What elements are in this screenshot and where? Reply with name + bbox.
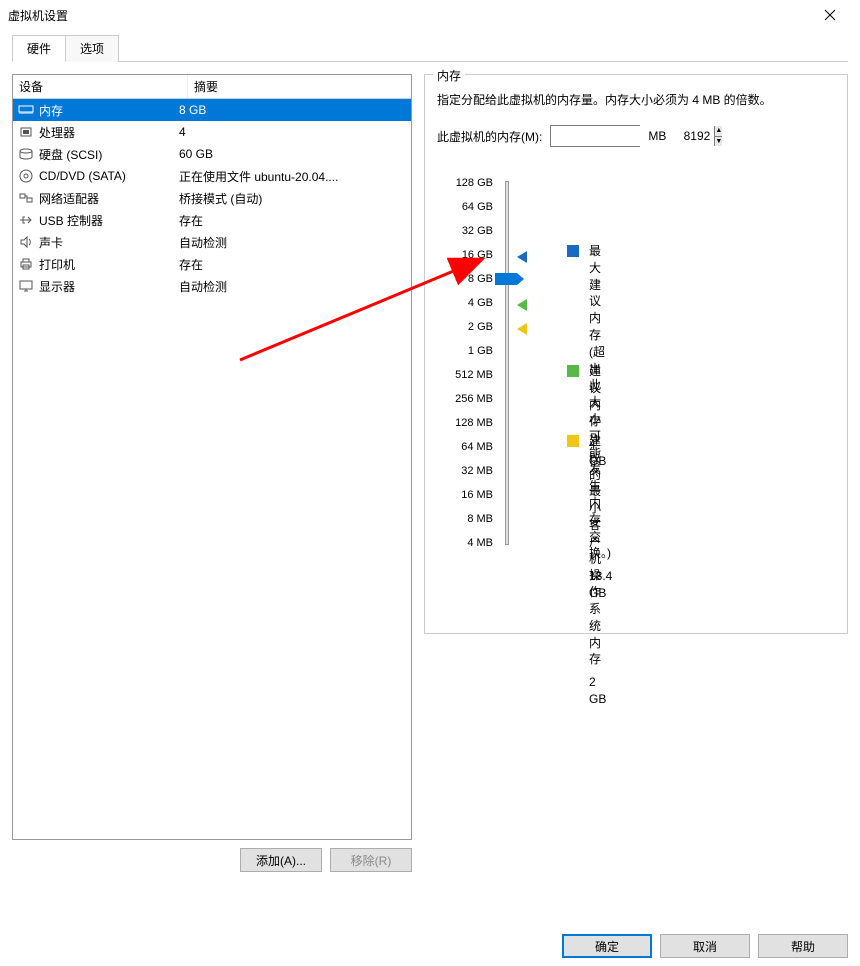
audio-icon — [17, 234, 35, 250]
device-summary: 存在 — [177, 256, 407, 273]
legend-min-swatch — [567, 435, 579, 447]
legend-min-value: 2 GB — [589, 674, 606, 708]
ok-button[interactable]: 确定 — [562, 934, 652, 958]
memory-spinner[interactable]: ▲ ▼ — [550, 125, 640, 147]
cancel-button[interactable]: 取消 — [660, 934, 750, 958]
device-row-disk[interactable]: 硬盘 (SCSI) 60 GB — [13, 143, 411, 165]
tab-hardware[interactable]: 硬件 — [12, 35, 66, 62]
device-summary: 桥接模式 (自动) — [177, 190, 407, 207]
device-summary: 自动检测 — [177, 234, 407, 251]
usb-icon — [17, 212, 35, 228]
device-name: 显示器 — [39, 278, 75, 295]
scale-label: 64 GB — [437, 195, 499, 219]
memory-description: 指定分配给此虚拟机的内存量。内存大小必须为 4 MB 的倍数。 — [437, 91, 835, 109]
device-name: 硬盘 (SCSI) — [39, 146, 102, 163]
device-summary: 8 GB — [177, 103, 407, 117]
device-row-net[interactable]: 网络适配器 桥接模式 (自动) — [13, 187, 411, 209]
scale-label: 4 GB — [437, 291, 499, 315]
scale-label: 512 MB — [437, 363, 499, 387]
device-name: 打印机 — [39, 256, 75, 273]
device-table: 设备 摘要 内存 8 GB 处理器 4 硬盘 (SCSI) 60 GB CD/D… — [12, 74, 412, 840]
window-title: 虚拟机设置 — [8, 7, 68, 24]
device-summary: 正在使用文件 ubuntu-20.04.... — [177, 168, 407, 185]
marker-rec-icon — [517, 299, 527, 311]
scale-label: 8 GB — [437, 267, 499, 291]
scale-label: 32 MB — [437, 459, 499, 483]
disk-icon — [17, 146, 35, 162]
legend-rec-swatch — [567, 365, 579, 377]
scale-label: 4 MB — [437, 531, 499, 555]
scale-label: 256 MB — [437, 387, 499, 411]
cpu-icon — [17, 124, 35, 140]
scale-label: 128 MB — [437, 411, 499, 435]
remove-button[interactable]: 移除(R) — [330, 848, 412, 872]
memory-field-label: 此虚拟机的内存(M): — [437, 128, 542, 145]
device-row-memory[interactable]: 内存 8 GB — [13, 99, 411, 121]
network-icon — [17, 190, 35, 206]
device-row-audio[interactable]: 声卡 自动检测 — [13, 231, 411, 253]
spinner-down[interactable]: ▼ — [715, 137, 722, 147]
add-button[interactable]: 添加(A)... — [240, 848, 322, 872]
memory-input[interactable] — [551, 126, 714, 146]
printer-icon — [17, 256, 35, 272]
device-name: 内存 — [39, 102, 63, 119]
device-row-display[interactable]: 显示器 自动检测 — [13, 275, 411, 297]
slider-thumb[interactable] — [495, 273, 517, 285]
memory-panel: 内存 指定分配给此虚拟机的内存量。内存大小必须为 4 MB 的倍数。 此虚拟机的… — [424, 74, 848, 634]
memory-slider[interactable] — [499, 171, 517, 555]
tab-bar: 硬件 选项 — [12, 34, 848, 62]
tab-options[interactable]: 选项 — [65, 35, 119, 62]
device-row-usb[interactable]: USB 控制器 存在 — [13, 209, 411, 231]
close-icon — [824, 9, 836, 21]
col-device-header[interactable]: 设备 — [13, 75, 188, 98]
marker-max-icon — [517, 251, 527, 263]
device-row-cd[interactable]: CD/DVD (SATA) 正在使用文件 ubuntu-20.04.... — [13, 165, 411, 187]
legend-max-swatch — [567, 245, 579, 257]
device-row-printer[interactable]: 打印机 存在 — [13, 253, 411, 275]
legend-rec-title: 建议内存 — [589, 363, 606, 430]
device-summary: 存在 — [177, 212, 407, 229]
device-name: 处理器 — [39, 124, 75, 141]
spinner-up[interactable]: ▲ — [715, 126, 722, 137]
scale-label: 16 MB — [437, 483, 499, 507]
help-button[interactable]: 帮助 — [758, 934, 848, 958]
scale-label: 128 GB — [437, 171, 499, 195]
legend-max-title: 最大建议内存 — [589, 243, 612, 344]
display-icon — [17, 278, 35, 294]
scale-label: 2 GB — [437, 315, 499, 339]
device-row-cpu[interactable]: 处理器 4 — [13, 121, 411, 143]
scale-label: 32 GB — [437, 219, 499, 243]
panel-title: 内存 — [433, 67, 465, 84]
scale-label: 64 MB — [437, 435, 499, 459]
marker-min-icon — [517, 323, 527, 335]
col-summary-header[interactable]: 摘要 — [188, 75, 411, 98]
device-name: 网络适配器 — [39, 190, 99, 207]
memory-unit: MB — [648, 129, 666, 143]
legend-min-title: 建议的最小客户机操作系统内存 — [589, 433, 606, 668]
cd-icon — [17, 168, 35, 184]
slider-scale: 128 GB 64 GB 32 GB 16 GB 8 GB 4 GB 2 GB … — [437, 171, 499, 555]
scale-label: 1 GB — [437, 339, 499, 363]
close-button[interactable] — [808, 0, 852, 30]
scale-label: 16 GB — [437, 243, 499, 267]
scale-label: 8 MB — [437, 507, 499, 531]
device-name: USB 控制器 — [39, 212, 103, 229]
device-summary: 自动检测 — [177, 278, 407, 295]
memory-icon — [17, 102, 35, 118]
device-summary: 60 GB — [177, 147, 407, 161]
device-name: CD/DVD (SATA) — [39, 169, 126, 183]
device-summary: 4 — [177, 125, 407, 139]
device-name: 声卡 — [39, 234, 63, 251]
